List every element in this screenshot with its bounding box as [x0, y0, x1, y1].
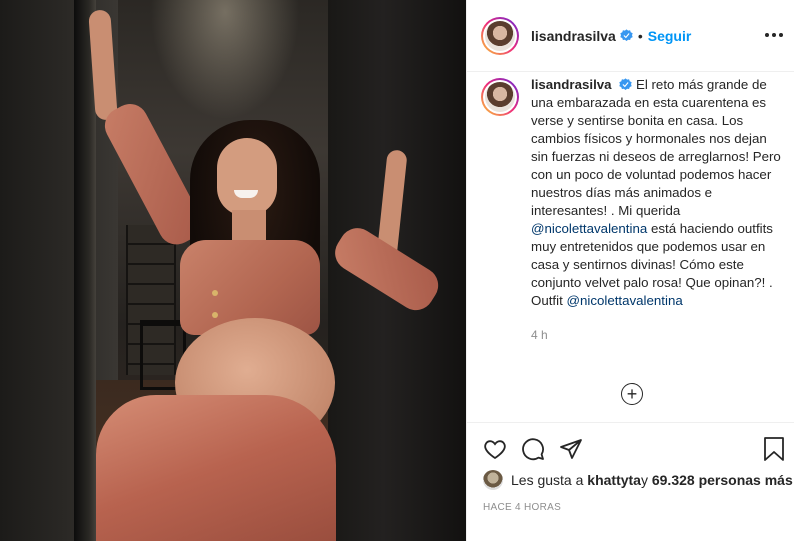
top-button — [212, 312, 218, 318]
caption-text: lisandrasilva El reto más grande de una … — [531, 76, 783, 310]
bookmark-icon[interactable] — [763, 437, 785, 461]
top-button — [212, 290, 218, 296]
post-timestamp[interactable]: HACE 4 HORAS — [483, 502, 561, 513]
liker-avatar[interactable] — [483, 470, 503, 490]
more-dot — [779, 33, 783, 37]
header-username[interactable]: lisandrasilva — [531, 28, 616, 44]
likes-prefix: Les gusta a — [511, 472, 584, 488]
follow-button[interactable]: Seguir — [648, 28, 692, 44]
action-bar — [467, 422, 794, 474]
verified-badge-icon — [619, 78, 632, 91]
likes-count[interactable]: 69.328 personas más — [652, 472, 793, 488]
caption-username[interactable]: lisandrasilva — [531, 77, 612, 92]
person-arm-left — [88, 9, 118, 121]
mention-link[interactable]: @nicolettavalentina — [531, 221, 647, 236]
caption-time[interactable]: 4 h — [531, 326, 783, 344]
post-header: lisandrasilva • Seguir — [467, 0, 794, 72]
post-photo[interactable] — [0, 0, 466, 541]
heart-icon[interactable] — [483, 437, 507, 461]
photo-person — [0, 0, 466, 541]
avatar-frame — [483, 18, 517, 53]
likes-middle: y — [640, 472, 648, 488]
avatar-image — [485, 82, 515, 112]
verified-badge-icon — [620, 29, 633, 42]
person-pants — [96, 395, 336, 541]
more-options-icon[interactable] — [765, 26, 783, 44]
share-icon[interactable] — [559, 437, 583, 461]
header-separator: • — [637, 27, 643, 44]
person-face — [217, 138, 277, 216]
more-dot — [772, 33, 776, 37]
avatar[interactable] — [481, 16, 519, 55]
caption-body: lisandrasilva El reto más grande de una … — [531, 76, 783, 372]
more-dot — [765, 33, 769, 37]
comment-icon[interactable] — [521, 437, 545, 461]
likes-summary: Les gusta a khattyta y 69.328 personas m… — [483, 470, 793, 490]
avatar-frame — [483, 80, 517, 114]
avatar-image — [485, 20, 515, 51]
post-caption: lisandrasilva El reto más grande de una … — [481, 72, 791, 372]
post-side-panel: lisandrasilva • Seguir lisandrasilva El … — [466, 0, 794, 541]
plus-circle-icon[interactable]: + — [621, 383, 643, 405]
liker-username[interactable]: khattyta — [587, 472, 641, 488]
instagram-post: lisandrasilva • Seguir lisandrasilva El … — [0, 0, 794, 541]
caption-avatar[interactable] — [481, 78, 519, 116]
caption-text-part1: El reto más grande de una embarazada en … — [531, 77, 781, 218]
mention-link[interactable]: @nicolettavalentina — [566, 293, 682, 308]
